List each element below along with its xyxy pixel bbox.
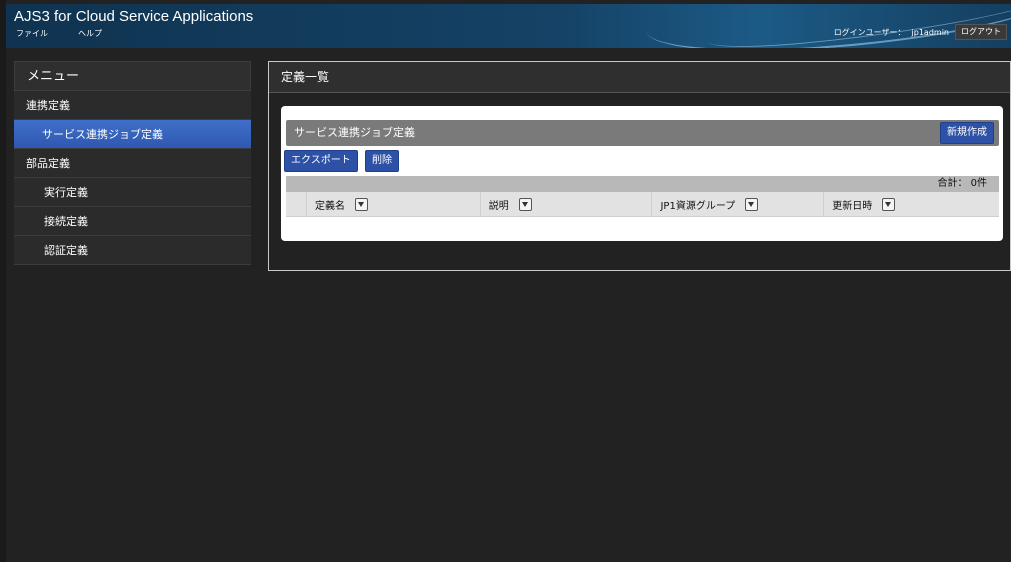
menu-bar: ファイル ヘルプ <box>16 28 102 39</box>
column-updated-at[interactable]: 更新日時 <box>824 192 999 216</box>
column-label: JP1資源グループ <box>660 200 736 212</box>
select-column <box>286 192 307 216</box>
sidebar-group-parts: 部品定義 <box>14 149 251 178</box>
sidebar-menu: メニュー 連携定義 サービス連携ジョブ定義 部品定義 実行定義 接続定義 認証定… <box>14 61 251 265</box>
main-panel: 定義一覧 サービス連携ジョブ定義 新規作成 エクスポート 削除 合計： 0件 定… <box>268 61 1011 271</box>
column-label: 説明 <box>488 200 509 212</box>
table-header: 定義名 説明 JP1資源グループ 更新日時 <box>286 192 999 217</box>
definition-card: サービス連携ジョブ定義 新規作成 エクスポート 削除 合計： 0件 定義名 説明… <box>281 106 1003 241</box>
menu-file[interactable]: ファイル <box>16 28 48 39</box>
card-title: サービス連携ジョブ定義 <box>294 126 415 139</box>
sidebar-item-execution-definition[interactable]: 実行定義 <box>14 178 251 207</box>
count-bar: 合計： 0件 <box>286 176 999 192</box>
sidebar-item-connection-definition[interactable]: 接続定義 <box>14 207 251 236</box>
column-label: 更新日時 <box>832 200 873 212</box>
sort-dropdown-icon[interactable] <box>354 197 368 211</box>
sort-dropdown-icon[interactable] <box>745 197 759 211</box>
window-edge <box>0 0 6 562</box>
delete-button[interactable]: 削除 <box>365 150 399 172</box>
sort-dropdown-icon[interactable] <box>882 197 896 211</box>
sidebar-item-auth-definition[interactable]: 認証定義 <box>14 236 251 265</box>
page-title: 定義一覧 <box>269 62 1010 93</box>
sort-dropdown-icon[interactable] <box>518 197 532 211</box>
new-button[interactable]: 新規作成 <box>940 122 994 144</box>
column-description[interactable]: 説明 <box>481 192 653 216</box>
logout-button[interactable]: ログアウト <box>955 24 1007 40</box>
sidebar-group-linkage: 連携定義 <box>14 91 251 120</box>
login-user-label: ログインユーザー： <box>833 27 906 37</box>
export-button[interactable]: エクスポート <box>284 150 358 172</box>
sidebar-header: メニュー <box>14 61 251 91</box>
login-user-name: jp1admin <box>911 27 949 37</box>
menu-help[interactable]: ヘルプ <box>78 28 102 39</box>
column-definition-name[interactable]: 定義名 <box>307 192 481 216</box>
total-count: 合計： 0件 <box>937 178 987 189</box>
card-header: サービス連携ジョブ定義 新規作成 <box>286 120 999 146</box>
column-label: 定義名 <box>314 200 345 212</box>
app-header: AJS3 for Cloud Service Applications ファイル… <box>6 4 1011 48</box>
column-resource-group[interactable]: JP1資源グループ <box>652 192 825 216</box>
app-title: AJS3 for Cloud Service Applications <box>14 8 254 25</box>
user-info: ログインユーザー： jp1admin ログアウト <box>834 24 1007 40</box>
sidebar-item-service-job-definition[interactable]: サービス連携ジョブ定義 <box>14 120 251 149</box>
